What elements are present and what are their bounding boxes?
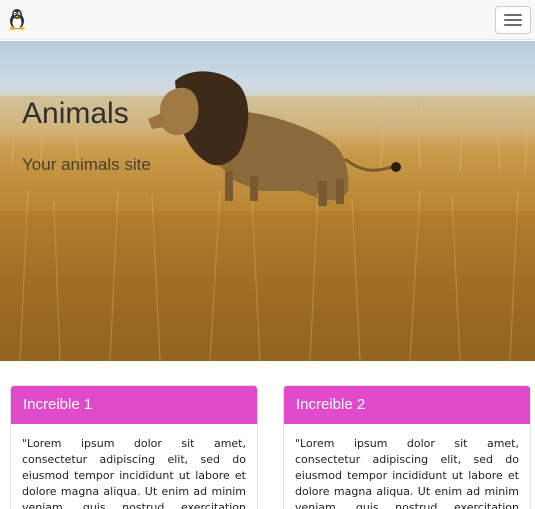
linux-penguin-icon[interactable]	[7, 8, 27, 30]
lion-shape	[148, 71, 401, 206]
hero-title: Animals	[22, 97, 129, 130]
hero-lion-image	[0, 71, 535, 361]
card-header: Increible 2	[284, 386, 530, 424]
hamburger-bar	[504, 24, 522, 26]
card-body-text: "Lorem ipsum dolor sit amet, consectetur…	[295, 437, 519, 509]
card-header: Increible 1	[11, 386, 257, 424]
card-body-text: "Lorem ipsum dolor sit amet, consectetur…	[22, 437, 246, 509]
hero-banner: Animals Your animals site	[0, 41, 535, 361]
hero-subtitle: Your animals site	[22, 155, 151, 174]
card-increible-1: Increible 1 "Lorem ipsum dolor sit amet,…	[10, 385, 258, 509]
hamburger-bar	[504, 19, 522, 21]
navbar	[0, 0, 535, 40]
card-increible-2: Increible 2 "Lorem ipsum dolor sit amet,…	[283, 385, 531, 509]
hamburger-menu-icon	[504, 14, 522, 16]
navbar-toggle-button[interactable]	[495, 6, 531, 34]
